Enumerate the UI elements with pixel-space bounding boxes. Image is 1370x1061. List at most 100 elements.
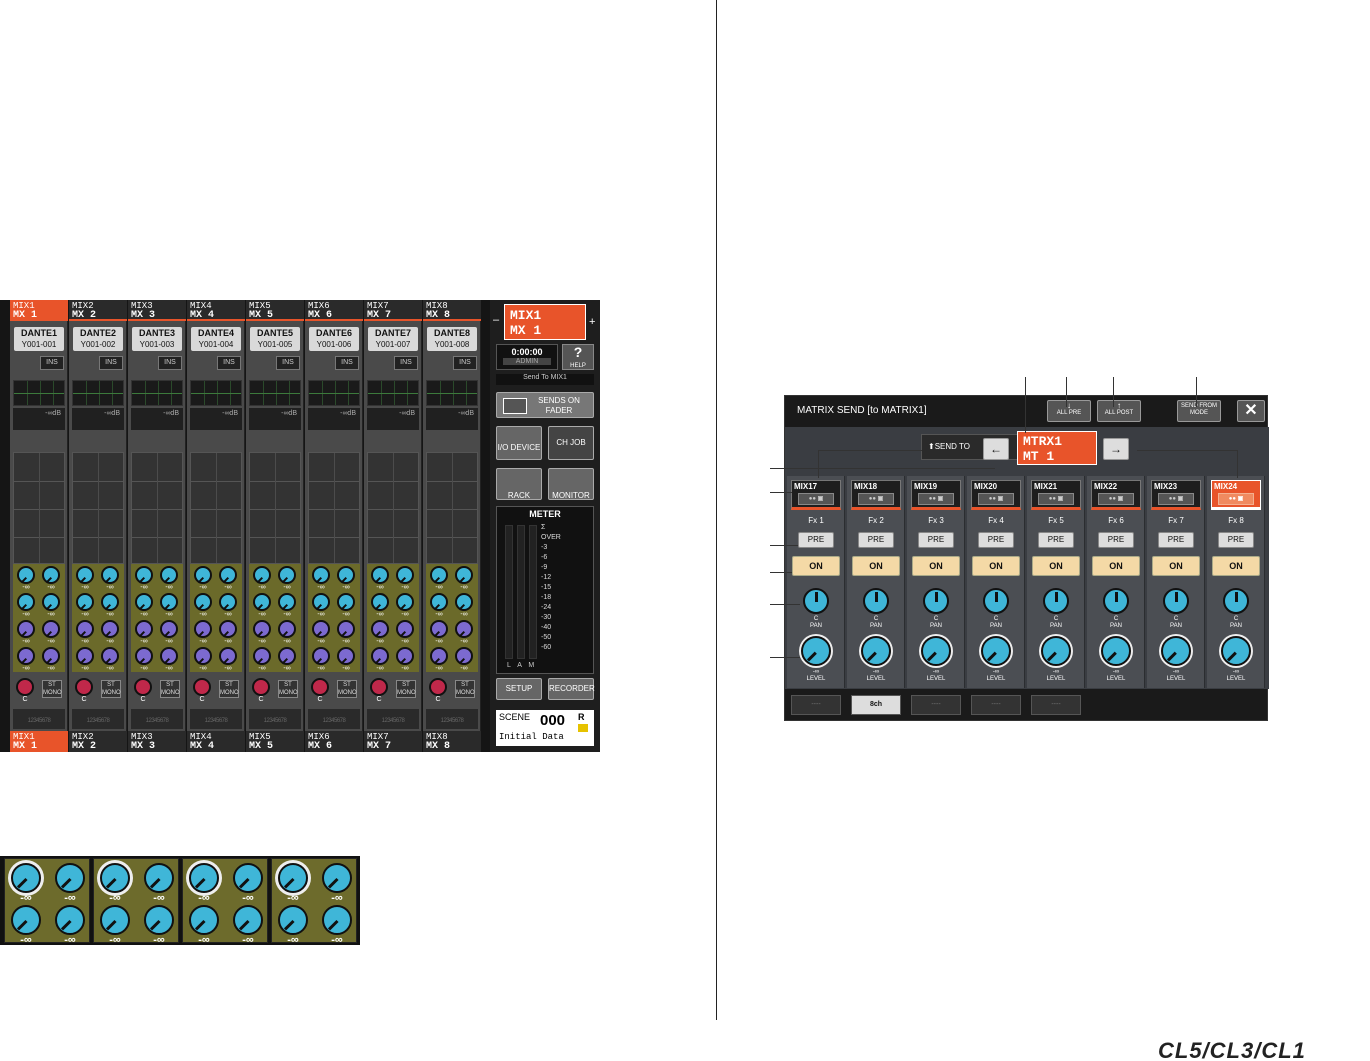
send-level-knob[interactable]	[371, 593, 389, 611]
send-level-knob[interactable]	[312, 566, 330, 584]
right-arrow-button[interactable]: →	[1103, 438, 1129, 460]
send-on-button[interactable]: ON	[1152, 556, 1200, 576]
send-level-knob[interactable]	[278, 863, 308, 893]
dynamics-field[interactable]: -∞dB	[13, 408, 65, 430]
pan-knob[interactable]	[193, 678, 211, 696]
send-level-knob[interactable]	[194, 593, 212, 611]
send-level-knob[interactable]	[100, 905, 130, 935]
pre-button[interactable]: PRE	[978, 532, 1014, 548]
insert-button[interactable]: INS	[99, 356, 123, 370]
send-level-knob[interactable]	[160, 647, 178, 665]
send-level-knob[interactable]	[101, 593, 119, 611]
channel-name-tab[interactable]: MIX6 MX 6	[305, 300, 363, 321]
send-level-knob[interactable]	[219, 647, 237, 665]
channel-select-button[interactable]: MIX22 ●● ▣	[1091, 480, 1141, 510]
send-level-knob[interactable]	[337, 647, 355, 665]
recorder-button[interactable]: RECORDER	[548, 678, 595, 700]
channel-select-button[interactable]: MIX18 ●● ▣	[851, 480, 901, 510]
scene-field[interactable]: SCENE 000 R Initial Data	[496, 710, 594, 746]
channel-name-tab-bottom[interactable]: MIX8 MX 8	[423, 731, 481, 752]
send-level-knob[interactable]	[42, 647, 60, 665]
send-level-knob[interactable]	[455, 620, 473, 638]
insert-button[interactable]: INS	[217, 356, 241, 370]
time-display[interactable]: 0:00:00 ADMIN	[496, 344, 558, 370]
send-level-knob[interactable]	[17, 566, 35, 584]
send-level-knob[interactable]	[312, 593, 330, 611]
st-mono-button[interactable]: ST MONO	[396, 680, 416, 698]
io-device-button[interactable]: I/O DEVICE	[496, 426, 542, 460]
eq-graph[interactable]	[131, 380, 183, 406]
input-patch-button[interactable]: DANTE2 Y001-002	[73, 327, 123, 351]
channel-select-button[interactable]: MIX24 ●● ▣	[1211, 480, 1261, 510]
send-level-knob[interactable]	[921, 636, 951, 666]
send-level-knob[interactable]	[455, 566, 473, 584]
pre-button[interactable]: PRE	[1098, 532, 1134, 548]
send-level-knob[interactable]	[430, 593, 448, 611]
send-level-knob[interactable]	[278, 647, 296, 665]
eq-graph[interactable]	[13, 380, 65, 406]
send-level-knob[interactable]	[981, 636, 1011, 666]
input-patch-button[interactable]: DANTE3 Y001-003	[132, 327, 182, 351]
channel-name-tab[interactable]: MIX4 MX 4	[187, 300, 245, 321]
send-level-knob[interactable]	[396, 593, 414, 611]
pre-button[interactable]: PRE	[918, 532, 954, 548]
send-level-knob[interactable]	[144, 905, 174, 935]
send-level-knob[interactable]	[42, 620, 60, 638]
send-level-knob[interactable]	[55, 863, 85, 893]
st-mono-button[interactable]: ST MONO	[219, 680, 239, 698]
channel-name-tab[interactable]: MIX1 MX 1	[10, 300, 68, 321]
send-level-knob[interactable]	[101, 566, 119, 584]
channel-select-button[interactable]: MIX20 ●● ▣	[971, 480, 1021, 510]
channel-group-tab[interactable]: ----	[911, 695, 961, 715]
send-level-knob[interactable]	[371, 620, 389, 638]
send-level-knob[interactable]	[455, 647, 473, 665]
send-level-knob[interactable]	[42, 593, 60, 611]
channel-name-tab[interactable]: MIX5 MX 5	[246, 300, 304, 321]
selected-channel-button[interactable]: MIX1 MX 1	[504, 304, 586, 340]
send-level-knob[interactable]	[1041, 636, 1071, 666]
send-level-knob[interactable]	[55, 905, 85, 935]
insert-button[interactable]: INS	[40, 356, 64, 370]
send-level-knob[interactable]	[312, 620, 330, 638]
send-level-knob[interactable]	[76, 593, 94, 611]
send-level-knob[interactable]	[455, 593, 473, 611]
send-level-knob[interactable]	[278, 566, 296, 584]
send-level-knob[interactable]	[194, 566, 212, 584]
send-level-knob[interactable]	[337, 620, 355, 638]
close-button[interactable]: ✕	[1237, 400, 1265, 422]
send-level-knob[interactable]	[17, 620, 35, 638]
pre-button[interactable]: PRE	[1158, 532, 1194, 548]
channel-name-tab-bottom[interactable]: MIX7 MX 7	[364, 731, 422, 752]
send-level-knob[interactable]	[253, 647, 271, 665]
send-on-button[interactable]: ON	[792, 556, 840, 576]
send-level-knob[interactable]	[194, 620, 212, 638]
meter-field[interactable]: METER Σ OVER -3 -6 -9 -12 -15 -18 -24 -30 -40 -50 -6…	[496, 506, 594, 674]
channel-name-tab-bottom[interactable]: MIX1 MX 1	[10, 731, 68, 752]
insert-button[interactable]: INS	[335, 356, 359, 370]
send-pan-knob[interactable]	[983, 588, 1009, 614]
send-on-button[interactable]: ON	[852, 556, 900, 576]
send-pan-knob[interactable]	[1223, 588, 1249, 614]
send-on-button[interactable]: ON	[1092, 556, 1140, 576]
setup-button[interactable]: SETUP	[496, 678, 542, 700]
monitor-button[interactable]: MONITOR	[548, 468, 594, 500]
send-level-knob[interactable]	[76, 566, 94, 584]
send-level-knob[interactable]	[189, 905, 219, 935]
send-level-knob[interactable]	[135, 566, 153, 584]
pre-button[interactable]: PRE	[1218, 532, 1254, 548]
st-mono-button[interactable]: ST MONO	[455, 680, 475, 698]
send-level-knob[interactable]	[233, 905, 263, 935]
send-level-knob[interactable]	[322, 905, 352, 935]
send-pan-knob[interactable]	[1163, 588, 1189, 614]
ch-job-button[interactable]: CH JOB	[548, 426, 594, 460]
send-level-knob[interactable]	[160, 566, 178, 584]
channel-name-tab[interactable]: MIX7 MX 7	[364, 300, 422, 321]
eq-graph[interactable]	[249, 380, 301, 406]
pan-knob[interactable]	[16, 678, 34, 696]
send-level-knob[interactable]	[219, 593, 237, 611]
send-level-knob[interactable]	[278, 620, 296, 638]
send-pan-knob[interactable]	[1103, 588, 1129, 614]
send-level-knob[interactable]	[101, 647, 119, 665]
send-level-knob[interactable]	[1221, 636, 1251, 666]
send-level-knob[interactable]	[42, 566, 60, 584]
